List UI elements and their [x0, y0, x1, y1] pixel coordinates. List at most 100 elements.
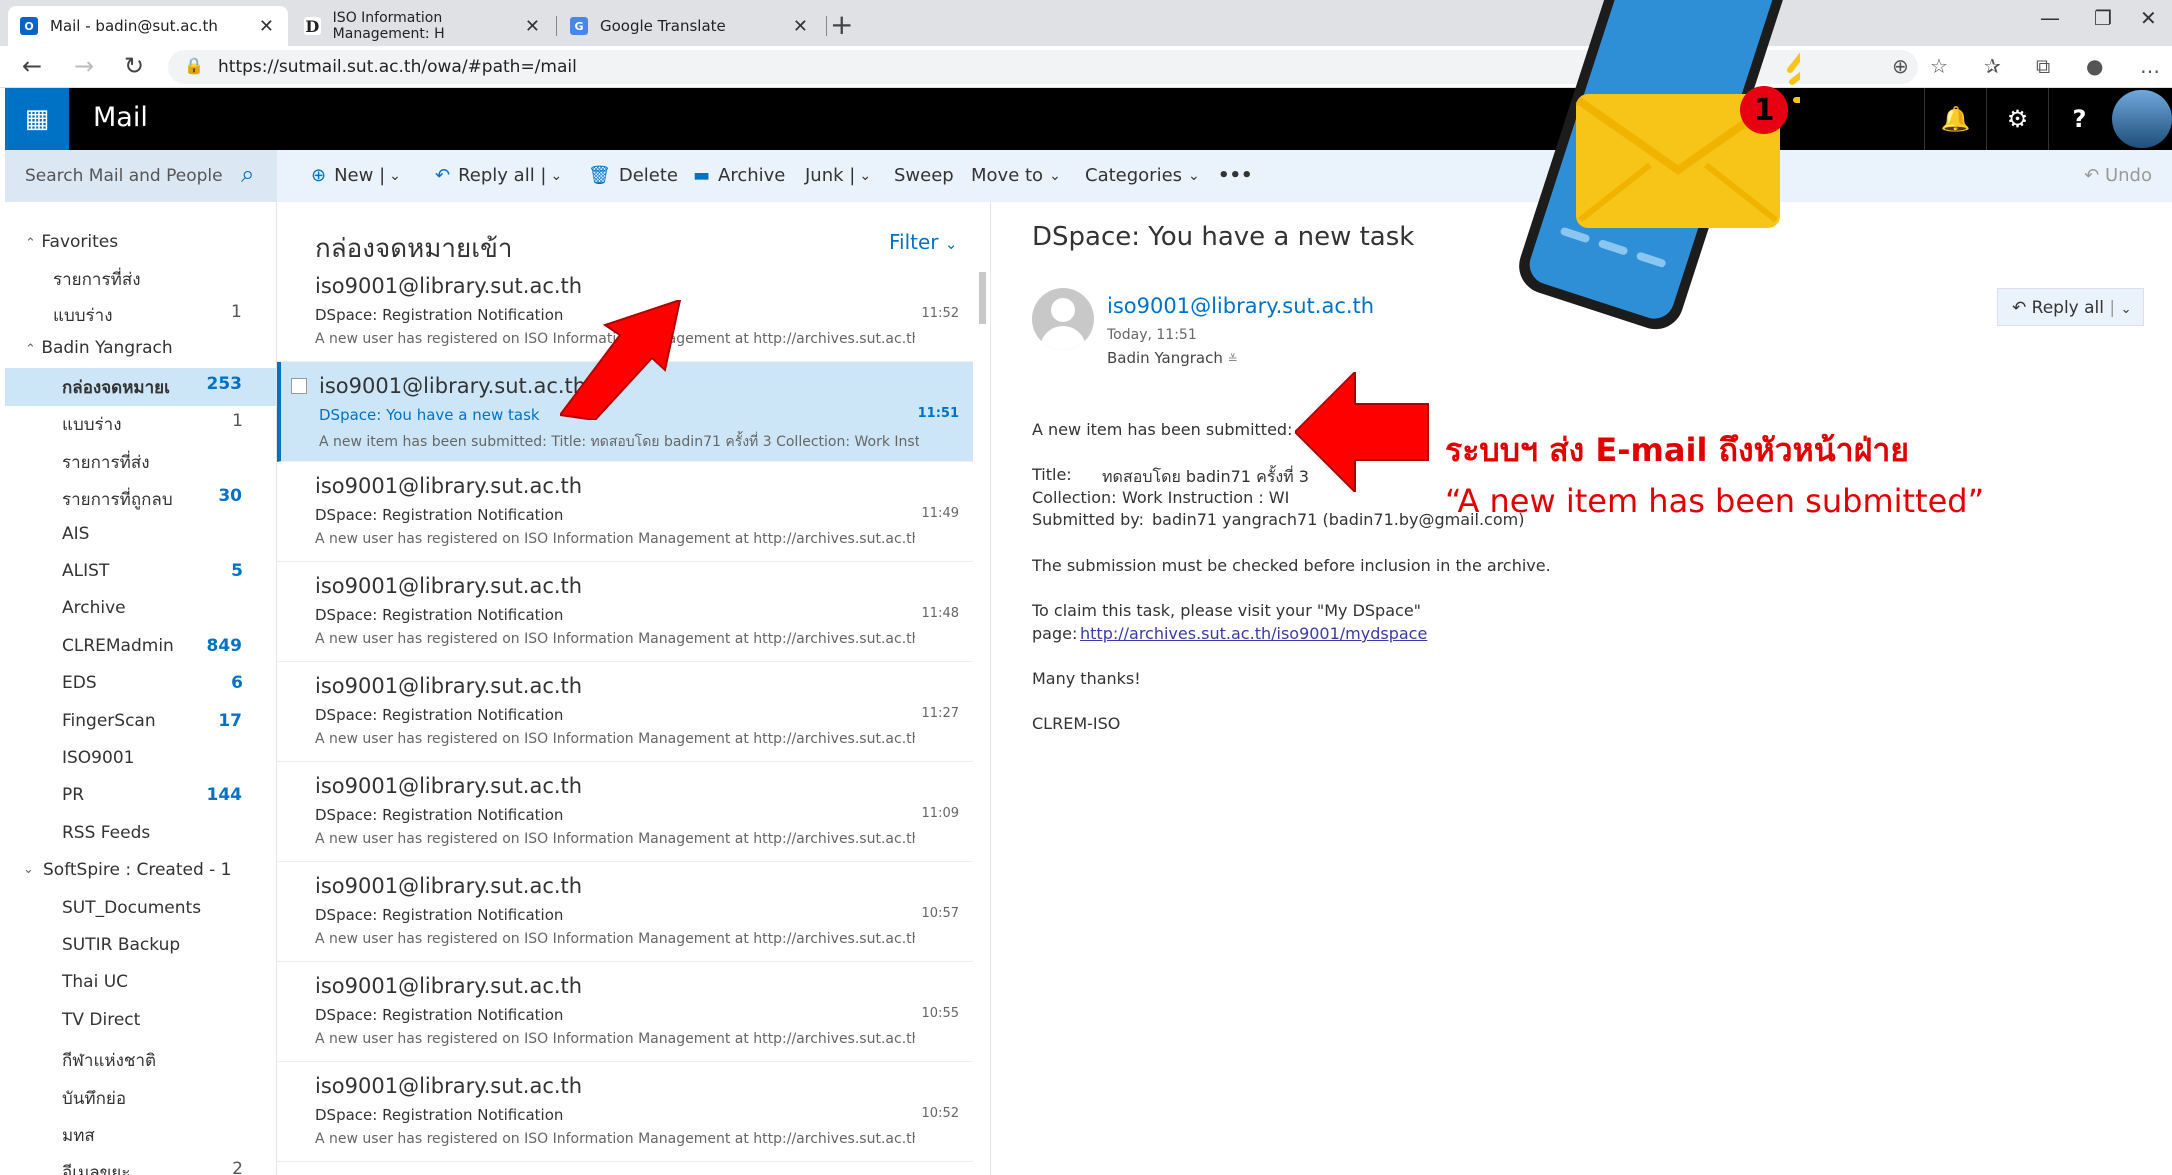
folder-item[interactable]: FingerScan — [62, 711, 156, 731]
message-sender: iso9001@library.sut.ac.th — [315, 1074, 583, 1098]
junk-button[interactable]: Junk | ⌄ — [805, 165, 871, 186]
folder-item[interactable]: CLREMadmin — [62, 636, 174, 656]
delete-button[interactable]: 🗑 Delete — [588, 165, 678, 186]
folder-item[interactable]: อีเมลขยะ — [62, 1159, 130, 1175]
zoom-icon[interactable]: ⊕ — [1892, 54, 1909, 78]
list-item[interactable]: iso9001@library.sut.ac.th DSpace: Registr… — [277, 862, 973, 962]
search-box[interactable]: Search Mail and People ⌕ — [5, 150, 277, 202]
profile-icon[interactable]: ● — [2086, 54, 2103, 78]
list-item[interactable]: iso9001@library.sut.ac.th DSpace: Registr… — [277, 562, 973, 662]
annotation-line-1: ระบบฯ ส่ง E-mail ถึงหัวหน้าฝ่าย — [1445, 431, 1910, 469]
folder-item[interactable]: Thai UC — [62, 972, 128, 992]
filter-button[interactable]: Filter ⌄ — [889, 230, 957, 254]
folder-item[interactable]: EDS — [62, 673, 97, 693]
folder-item[interactable]: กีฬาแห่งชาติ — [62, 1047, 156, 1074]
body-line: To claim this task, please visit your "M… — [1032, 601, 1422, 620]
message-sender: iso9001@library.sut.ac.th — [315, 774, 583, 798]
message-subject-line: DSpace: Registration Notification — [315, 606, 564, 624]
folder-item[interactable]: PR — [62, 785, 84, 805]
more-button[interactable]: ••• — [1218, 165, 1253, 186]
tab-title: Google Translate — [600, 17, 726, 35]
collections-icon[interactable]: ⧉ — [2036, 54, 2050, 78]
scrollbar[interactable] — [979, 272, 986, 324]
folder-count: 253 — [206, 374, 243, 394]
message-subject-line: DSpace: Registration Notification — [315, 1006, 564, 1024]
reply-all-button[interactable]: ↶ Reply all | ⌄ — [435, 165, 562, 186]
list-item[interactable]: iso9001@library.sut.ac.th DSpace: Registr… — [277, 1062, 973, 1162]
list-item[interactable]: iso9001@library.sut.ac.th DSpace: Registr… — [277, 462, 973, 562]
folder-item[interactable]: รายการที่ถูกลบ — [62, 486, 173, 513]
favorite-add-icon[interactable]: ☆ — [1930, 54, 1948, 78]
restore-icon[interactable]: ❐ — [2094, 6, 2112, 30]
folder-item[interactable]: ALIST — [62, 561, 109, 581]
help-icon[interactable]: ? — [2048, 88, 2110, 150]
close-icon[interactable]: ✕ — [525, 16, 540, 37]
more-label: ••• — [1218, 165, 1253, 186]
folder-favorite-sent[interactable]: รายการที่ส่ง — [53, 266, 141, 293]
app-launcher-icon[interactable]: ▦ — [5, 88, 69, 150]
back-icon[interactable]: ← — [22, 52, 42, 80]
tab-mail[interactable]: O Mail - badin@sut.ac.th ✕ — [8, 6, 288, 46]
move-to-button[interactable]: Move to ⌄ — [971, 165, 1061, 186]
message-preview: A new user has registered on ISO Informa… — [315, 731, 915, 747]
message-date: Today, 11:51 — [1107, 327, 1197, 343]
folder-item[interactable]: แบบร่าง — [62, 411, 122, 438]
folder-item[interactable]: รายการที่ส่ง — [62, 449, 150, 476]
sweep-button[interactable]: Sweep — [894, 165, 954, 186]
close-icon[interactable]: ✕ — [793, 16, 808, 37]
message-time: 11:09 — [921, 806, 959, 821]
window-close-icon[interactable]: ✕ — [2140, 6, 2157, 30]
avatar[interactable] — [2112, 90, 2172, 148]
favorites-icon[interactable]: ✰ — [1984, 54, 2001, 78]
folder-item[interactable]: มทส — [62, 1122, 95, 1149]
message-subject-line: DSpace: Registration Notification — [315, 706, 564, 724]
gear-icon[interactable]: ⚙ — [1986, 88, 2048, 150]
url-text: https://sutmail.sut.ac.th/owa/#path=/mai… — [218, 57, 577, 77]
search-input[interactable]: Search Mail and People — [25, 166, 223, 186]
tab-iso[interactable]: D ISO Information Management: H ✕ — [292, 6, 554, 46]
favorites-header[interactable]: ⌃ Favorites — [25, 232, 118, 252]
menu-icon[interactable]: … — [2140, 54, 2160, 78]
message-time: 10:57 — [921, 906, 959, 921]
list-item[interactable]: iso9001@library.sut.ac.th DSpace: Registr… — [277, 962, 973, 1062]
plus-icon: ⊕ — [311, 165, 327, 186]
undo-button[interactable]: ↶ Undo — [2084, 165, 2152, 186]
owa-header: ▦ Mail 🔔 ⚙ ? — [5, 88, 2172, 150]
forward-icon[interactable]: → — [74, 52, 94, 80]
recipient[interactable]: Badin Yangrach ≚ — [1107, 349, 1238, 367]
new-button[interactable]: ⊕ New | ⌄ — [311, 165, 401, 186]
folder-item[interactable]: SUT_Documents — [62, 898, 201, 918]
sender-address[interactable]: iso9001@library.sut.ac.th — [1107, 294, 1374, 318]
message-preview: A new user has registered on ISO Informa… — [315, 1031, 915, 1047]
archive-button[interactable]: ▬ Archive — [693, 165, 785, 186]
folder-item[interactable]: SoftSpire : Created - 1 — [43, 860, 232, 880]
reload-icon[interactable]: ↻ — [124, 52, 144, 80]
reply-all-icon: ↶ — [2012, 298, 2032, 318]
folder-pane: ⌃ Favorites รายการที่ส่ง แบบร่าง 1 ⌃ Bad… — [5, 202, 277, 1175]
list-item[interactable]: iso9001@library.sut.ac.th DSpace: Registr… — [277, 662, 973, 762]
folder-item[interactable]: TV Direct — [62, 1010, 140, 1030]
bell-icon[interactable]: 🔔 — [1924, 88, 1986, 150]
account-header[interactable]: ⌃ Badin Yangrach — [25, 338, 173, 358]
folder-item[interactable]: ISO9001 — [62, 748, 134, 768]
new-tab-button[interactable]: + — [830, 8, 853, 41]
tab-translate[interactable]: G Google Translate ✕ — [558, 6, 822, 46]
select-checkbox[interactable] — [291, 378, 307, 394]
categories-button[interactable]: Categories ⌄ — [1085, 165, 1200, 186]
folder-favorite-drafts[interactable]: แบบร่าง — [53, 302, 113, 329]
reply-all-icon: ↶ — [435, 165, 451, 186]
folder-item[interactable]: AIS — [62, 524, 89, 544]
folder-item[interactable]: กล่องจดหมายเ — [62, 374, 170, 401]
folder-item[interactable]: บันทึกย่อ — [62, 1085, 126, 1112]
folder-item[interactable]: SUTIR Backup — [62, 935, 180, 955]
close-icon[interactable]: ✕ — [259, 16, 274, 37]
reply-all-button-reading[interactable]: ↶ Reply all | ⌄ — [1997, 288, 2144, 326]
chevron-down-icon[interactable]: ⌄ — [23, 862, 34, 877]
mydspace-link[interactable]: http://archives.sut.ac.th/iso9001/mydspa… — [1080, 624, 1427, 643]
folder-item[interactable]: Archive — [62, 598, 126, 618]
folder-count: 849 — [206, 635, 243, 656]
folder-item[interactable]: RSS Feeds — [62, 823, 150, 843]
minimize-icon[interactable]: — — [2040, 6, 2060, 30]
list-item[interactable]: iso9001@library.sut.ac.th DSpace: Registr… — [277, 762, 973, 862]
search-icon[interactable]: ⌕ — [241, 160, 254, 188]
